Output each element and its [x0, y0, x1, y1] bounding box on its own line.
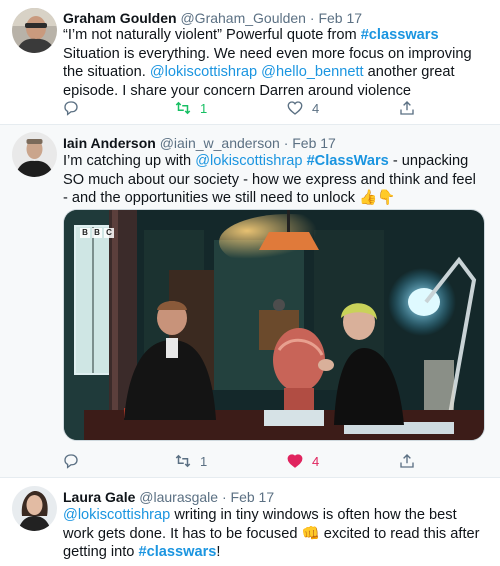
separator: ·	[283, 135, 289, 151]
heart-icon	[287, 454, 303, 468]
bbc-letter: B	[80, 228, 90, 238]
bbc-letter: C	[104, 228, 114, 238]
author-handle[interactable]: @Graham_Goulden	[180, 10, 306, 26]
avatar[interactable]	[12, 132, 57, 177]
author-name[interactable]: Laura Gale	[63, 489, 135, 505]
author-name[interactable]: Iain Anderson	[63, 135, 156, 151]
text-segment: I’m catching up with	[63, 153, 196, 169]
tweet-date[interactable]: Feb 17	[231, 489, 275, 505]
reply-icon	[64, 454, 78, 469]
video-scene	[64, 210, 484, 440]
share-button[interactable]	[398, 98, 416, 118]
like-count: 4	[312, 100, 320, 116]
mention-link[interactable]: @hello_bennett	[261, 64, 363, 80]
mention-link[interactable]: @lokiscottishrap	[195, 153, 302, 169]
tweet-header: Iain Anderson @iain_w_anderson · Feb 17	[63, 134, 336, 152]
avatar[interactable]	[12, 486, 57, 531]
share-button[interactable]	[398, 451, 416, 471]
tweet-video-thumbnail[interactable]: BBC	[63, 209, 485, 441]
author-name[interactable]: Graham Goulden	[63, 10, 177, 26]
tweet-graham-goulden[interactable]: Graham Goulden @Graham_Goulden · Feb 17 …	[0, 0, 500, 124]
tweet-header: Graham Goulden @Graham_Goulden · Feb 17	[63, 9, 362, 27]
share-icon	[400, 454, 414, 468]
hashtag-link[interactable]: #ClassWars	[307, 153, 389, 169]
separator: ·	[309, 10, 315, 26]
text-segment: “I’m not naturally violent” Powerful quo…	[63, 27, 361, 43]
like-count: 4	[312, 453, 320, 469]
tweet-actions: 1 4	[56, 451, 436, 471]
separator: ·	[221, 489, 227, 505]
author-handle[interactable]: @iain_w_anderson	[160, 135, 280, 151]
like-button[interactable]: 4	[286, 451, 319, 471]
share-icon	[400, 101, 414, 115]
bbc-letter: B	[92, 228, 102, 238]
like-button[interactable]: 4	[286, 98, 319, 118]
tweet-header: Laura Gale @laurasgale · Feb 17	[63, 488, 274, 506]
tweet-text: I’m catching up with @lokiscottishrap #C…	[63, 152, 483, 208]
tweet-iain-anderson[interactable]: Iain Anderson @iain_w_anderson · Feb 17 …	[0, 125, 500, 477]
tweet-actions: 1 4	[56, 98, 436, 118]
tweet-text: “I’m not naturally violent” Powerful quo…	[63, 26, 483, 100]
hashtag-link[interactable]: #classwars	[361, 27, 439, 43]
avatar[interactable]	[12, 8, 57, 53]
heart-icon	[287, 101, 303, 115]
author-handle[interactable]: @laurasgale	[139, 489, 218, 505]
reply-icon	[64, 101, 78, 116]
retweet-icon	[175, 101, 191, 115]
tweet-date[interactable]: Feb 17	[318, 10, 362, 26]
retweet-icon	[175, 454, 191, 468]
tweet-date[interactable]: Feb 17	[292, 135, 336, 151]
bbc-watermark: BBC	[80, 228, 114, 238]
reply-button[interactable]	[62, 451, 80, 471]
retweet-count: 1	[200, 453, 208, 469]
hashtag-link[interactable]: #classwars	[138, 544, 216, 560]
tweet-text: @lokiscottishrap writing in tiny windows…	[63, 506, 483, 562]
mention-link[interactable]: @lokiscottishrap	[63, 507, 170, 523]
reply-button[interactable]	[62, 98, 80, 118]
tweet-laura-gale[interactable]: Laura Gale @laurasgale · Feb 17 @lokisco…	[0, 478, 500, 566]
retweet-button[interactable]: 1	[174, 98, 207, 118]
retweet-count: 1	[200, 100, 208, 116]
retweet-button[interactable]: 1	[174, 451, 207, 471]
text-segment: !	[216, 544, 221, 561]
mention-link[interactable]: @lokiscottishrap	[150, 64, 257, 80]
